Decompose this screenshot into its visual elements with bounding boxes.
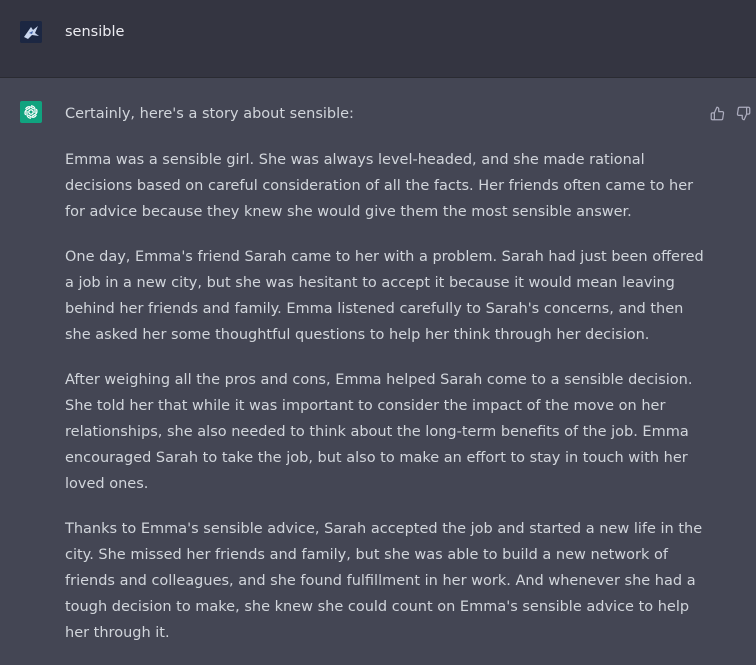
assistant-message-row: Certainly, here's a story about sensible… [0, 78, 756, 641]
thumbs-down-button[interactable] [734, 104, 752, 122]
response-intro: Certainly, here's a story about sensible… [65, 106, 354, 122]
response-paragraph: One day, Emma's friend Sarah came to her… [65, 249, 704, 343]
user-message-row: sensible [0, 0, 756, 78]
user-message-text: sensible [65, 24, 125, 40]
openai-logo-icon [24, 105, 38, 119]
assistant-response: Certainly, here's a story about sensible… [65, 101, 705, 665]
response-paragraph: Emma was a sensible girl. She was always… [65, 152, 694, 220]
user-avatar [20, 21, 42, 43]
response-paragraph: Thanks to Emma's sensible advice, Sarah … [65, 521, 703, 641]
response-paragraph: After weighing all the pros and cons, Em… [65, 372, 693, 492]
thumbs-up-icon [710, 106, 724, 120]
assistant-avatar [20, 101, 42, 123]
user-avatar-icon [20, 21, 42, 43]
thumbs-up-button[interactable] [708, 104, 726, 122]
feedback-buttons [708, 104, 752, 122]
thumbs-down-icon [736, 106, 750, 120]
